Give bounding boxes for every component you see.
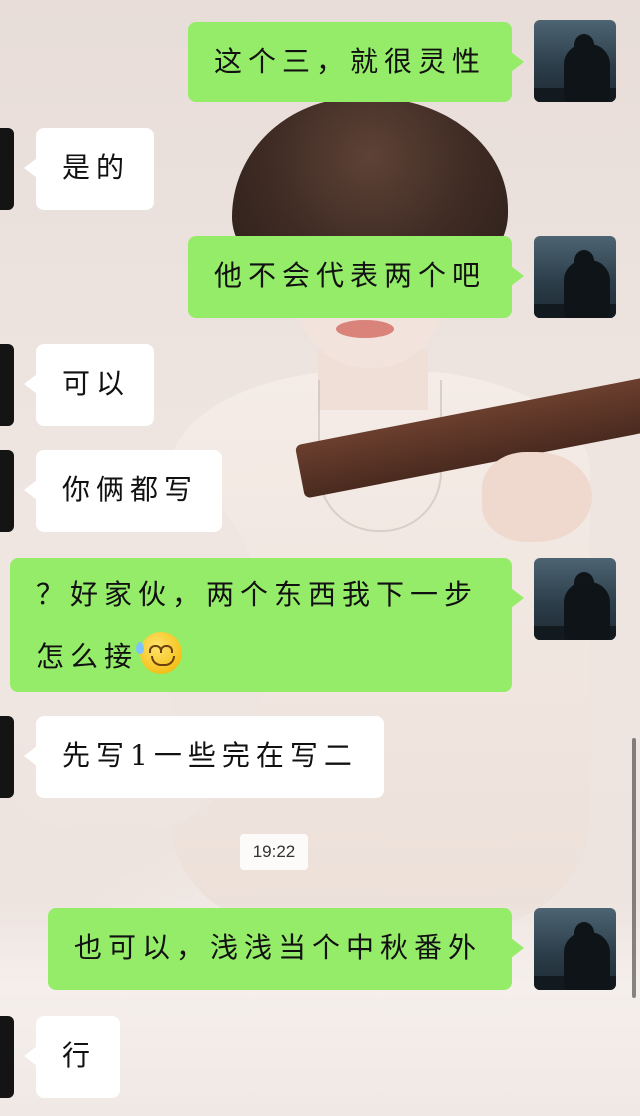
message-text: 是的 (62, 151, 131, 184)
sent-message-bubble[interactable]: ？好家伙，两个东西我下一步 怎么接 (10, 558, 524, 692)
my-avatar[interactable] (534, 236, 616, 318)
received-message-bubble[interactable]: 先写1一些完在写二 (24, 716, 384, 798)
chat-scrollbar[interactable] (632, 738, 636, 998)
my-avatar[interactable] (534, 908, 616, 990)
received-message-bubble[interactable]: 是的 (24, 128, 154, 210)
sent-message-bubble[interactable]: 他不会代表两个吧 (188, 236, 524, 318)
contact-avatar[interactable] (0, 344, 14, 426)
message-text: 也可以，浅浅当个中秋番外 (74, 931, 483, 964)
sweat-smile-emoji-icon (136, 632, 183, 674)
chat-message-list[interactable]: 这个三，就很灵性 是的 他不会代表两个吧 可以 你俩都写 ？好家伙，两个东西我下… (0, 0, 640, 1116)
message-text: 你俩都写 (62, 473, 199, 506)
sent-message-bubble[interactable]: 这个三，就很灵性 (188, 22, 524, 102)
received-message-bubble[interactable]: 你俩都写 (24, 450, 222, 532)
message-text: 先写1一些完在写二 (62, 739, 358, 772)
message-text: 他不会代表两个吧 (214, 259, 487, 292)
my-avatar[interactable] (534, 558, 616, 640)
message-text: 怎么接 (36, 640, 139, 673)
contact-avatar[interactable] (0, 450, 14, 532)
received-message-bubble[interactable]: 可以 (24, 344, 154, 426)
message-text-line-2: 怎么接 (36, 626, 486, 688)
received-message-bubble[interactable]: 行 (24, 1016, 120, 1098)
message-timestamp: 19:22 (240, 834, 308, 870)
message-text-line: ？好家伙，两个东西我下一步 (36, 578, 479, 611)
my-avatar[interactable] (534, 20, 616, 102)
contact-avatar[interactable] (0, 716, 14, 798)
message-text: 这个三，就很灵性 (214, 45, 487, 78)
message-text: 可以 (62, 367, 131, 400)
sent-message-bubble[interactable]: 也可以，浅浅当个中秋番外 (48, 908, 524, 990)
contact-avatar[interactable] (0, 1016, 14, 1098)
message-text: 行 (62, 1039, 97, 1072)
contact-avatar[interactable] (0, 128, 14, 210)
